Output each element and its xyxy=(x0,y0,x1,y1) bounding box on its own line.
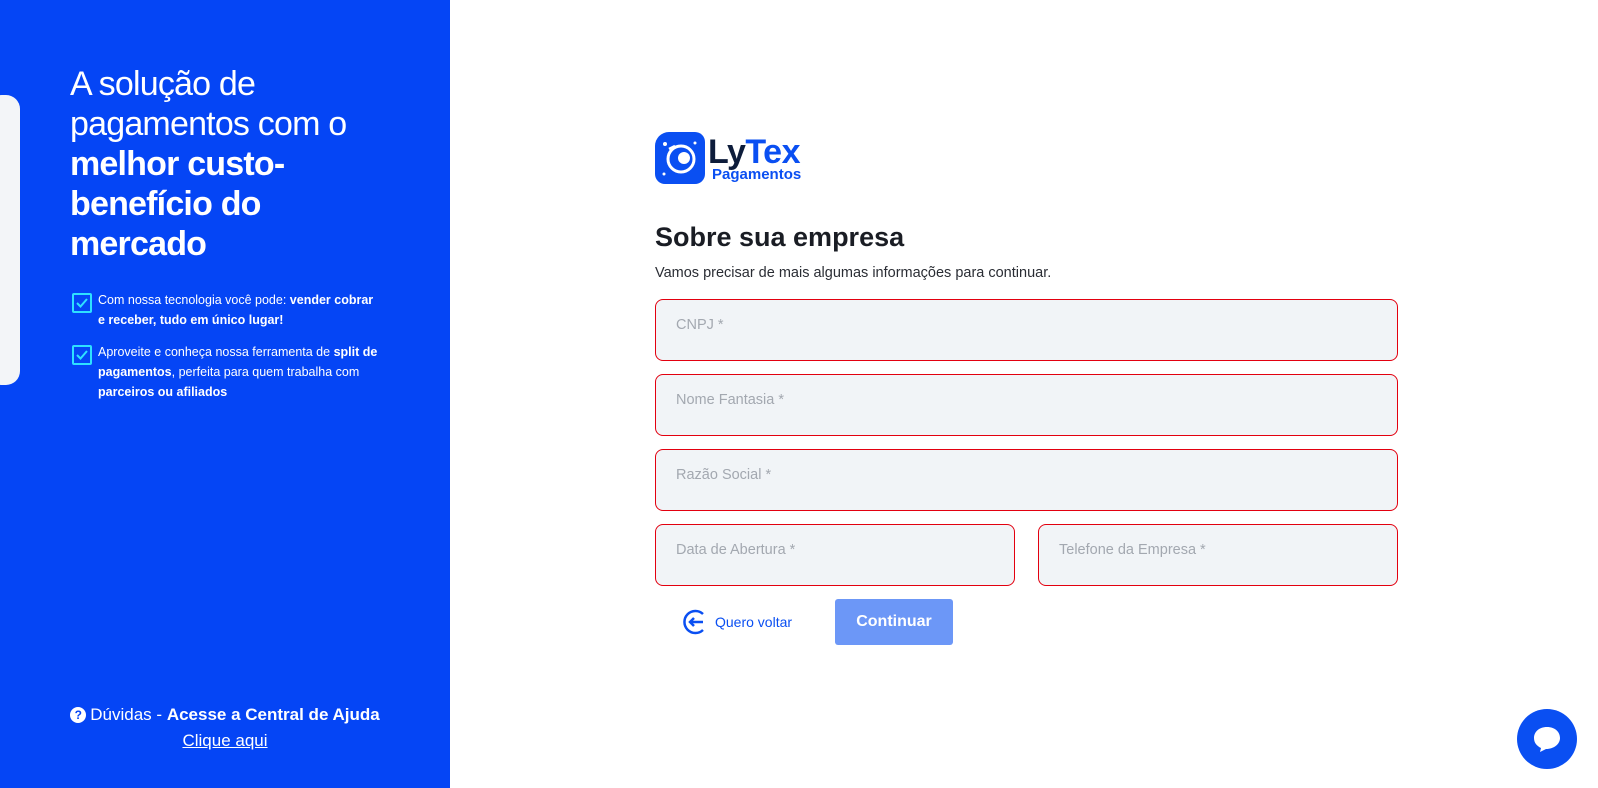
left-panel: A solução de pagamentos com o melhor cus… xyxy=(0,0,450,788)
feature-text: Com nossa tecnologia você pode: vender c… xyxy=(98,293,374,327)
razao-social-input[interactable] xyxy=(656,450,1397,510)
side-tab xyxy=(0,95,20,385)
back-button[interactable]: Quero voltar xyxy=(683,609,792,635)
nome-fantasia-field-wrapper xyxy=(655,374,1398,436)
logo-tex: Tex xyxy=(745,132,800,171)
logo-subtitle: Pagamentos xyxy=(712,165,802,183)
telefone-field-wrapper xyxy=(1038,524,1398,586)
astronaut-logo-icon xyxy=(655,132,705,184)
chat-bubble-icon xyxy=(1534,727,1560,752)
continue-button[interactable]: Continuar xyxy=(835,599,953,645)
checkbox-checked-icon xyxy=(72,293,92,313)
help-link[interactable]: Clique aqui xyxy=(182,731,267,751)
help-section: ? Dúvidas - Acesse a Central de Ajuda Cl… xyxy=(0,705,450,751)
help-title: Acesse a Central de Ajuda xyxy=(166,705,380,724)
checkbox-checked-icon xyxy=(72,345,92,365)
feature-item: Aproveite e conheça nossa ferramenta de … xyxy=(72,342,382,402)
headline-bold: melhor custo-benefício do mercado xyxy=(70,145,285,263)
data-abertura-field-wrapper xyxy=(655,524,1015,586)
form-title: Sobre sua empresa xyxy=(655,222,905,252)
cnpj-field-wrapper xyxy=(655,299,1398,361)
feature-item: Com nossa tecnologia você pode: vender c… xyxy=(72,290,382,330)
help-prefix: Dúvidas - xyxy=(90,705,163,724)
nome-fantasia-input[interactable] xyxy=(656,375,1397,435)
chat-button[interactable] xyxy=(1517,709,1577,769)
logo-ly: Ly xyxy=(708,132,746,171)
question-icon: ? xyxy=(70,707,87,723)
cnpj-input[interactable] xyxy=(656,300,1397,360)
back-label: Quero voltar xyxy=(715,614,793,630)
data-abertura-input[interactable] xyxy=(656,525,1014,585)
razao-social-field-wrapper xyxy=(655,449,1398,511)
logo: LyTex Pagamentos xyxy=(655,132,801,184)
logo-text: LyTex Pagamentos xyxy=(708,135,801,182)
feature-list: Com nossa tecnologia você pode: vender c… xyxy=(72,290,382,414)
form-subtitle: Vamos precisar de mais algumas informaçõ… xyxy=(655,265,1052,281)
headline-light: A solução de pagamentos com o xyxy=(70,65,347,143)
feature-text: Aproveite e conheça nossa ferramenta de … xyxy=(98,345,378,399)
telefone-input[interactable] xyxy=(1039,525,1397,585)
arrow-left-circle-icon xyxy=(683,609,704,635)
headline: A solução de pagamentos com o melhor cus… xyxy=(70,64,400,264)
